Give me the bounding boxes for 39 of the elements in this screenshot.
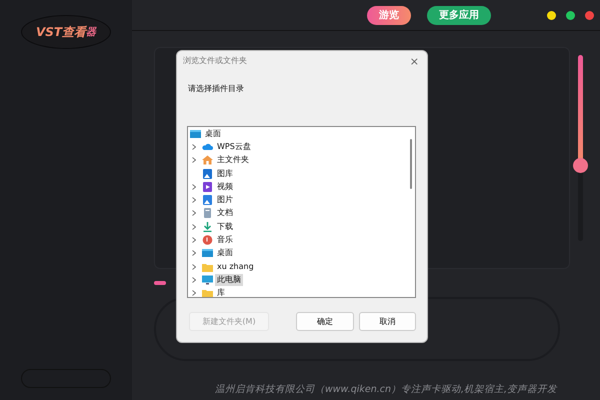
footer-text: 温州启肯科技有限公司（www.qiken.cn）专注声卡驱动,机架宿主,变声器开发	[214, 382, 558, 397]
gallery-icon	[202, 168, 213, 179]
tree-item[interactable]: xu zhang	[215, 260, 256, 273]
cloud-icon	[202, 142, 213, 152]
document-icon	[202, 208, 213, 218]
home-icon	[202, 155, 213, 166]
dialog-button[interactable]: 取消	[359, 312, 416, 331]
tree-item[interactable]: 下载	[215, 220, 235, 233]
slider-thumb[interactable]	[573, 158, 588, 173]
app-logo: VST查看器	[21, 15, 111, 49]
tree-item[interactable]: 文档	[215, 207, 235, 220]
download-icon	[202, 222, 213, 232]
folder-icon	[202, 262, 213, 272]
tree-item[interactable]: WPS云盘	[215, 140, 253, 153]
tree-item[interactable]: 音乐	[215, 234, 235, 246]
prompt-text: 请选择插件目录	[187, 83, 244, 95]
dialog-title: 浏览文件或文件夹	[183, 55, 247, 67]
tree-item[interactable]: 库	[215, 287, 227, 297]
music-icon	[202, 235, 213, 246]
desktop-icon	[190, 128, 201, 139]
slider-fill	[154, 281, 166, 285]
window-control-dot[interactable]	[547, 10, 556, 20]
tree-item[interactable]: 桌面	[215, 247, 235, 260]
close-button[interactable]: ×	[408, 56, 421, 66]
tree-item[interactable]: 此电脑	[215, 274, 243, 286]
tree-item[interactable]: 图片	[215, 194, 235, 206]
window-control-dot[interactable]	[585, 10, 594, 20]
dialog-button[interactable]: 确定	[296, 312, 354, 331]
window-control-dot[interactable]	[566, 10, 575, 20]
desktop-icon	[202, 248, 213, 258]
picture-icon	[202, 195, 213, 206]
tree-item[interactable]: 主文件夹	[215, 154, 251, 166]
tree-item[interactable]: 视频	[215, 180, 235, 193]
folder-icon	[202, 288, 213, 297]
monitor-icon	[202, 274, 213, 285]
tree-item[interactable]: 图库	[215, 168, 235, 180]
tree-item[interactable]: 桌面	[203, 128, 223, 140]
scrollbar-thumb[interactable]	[410, 139, 412, 189]
video-icon	[202, 182, 213, 192]
